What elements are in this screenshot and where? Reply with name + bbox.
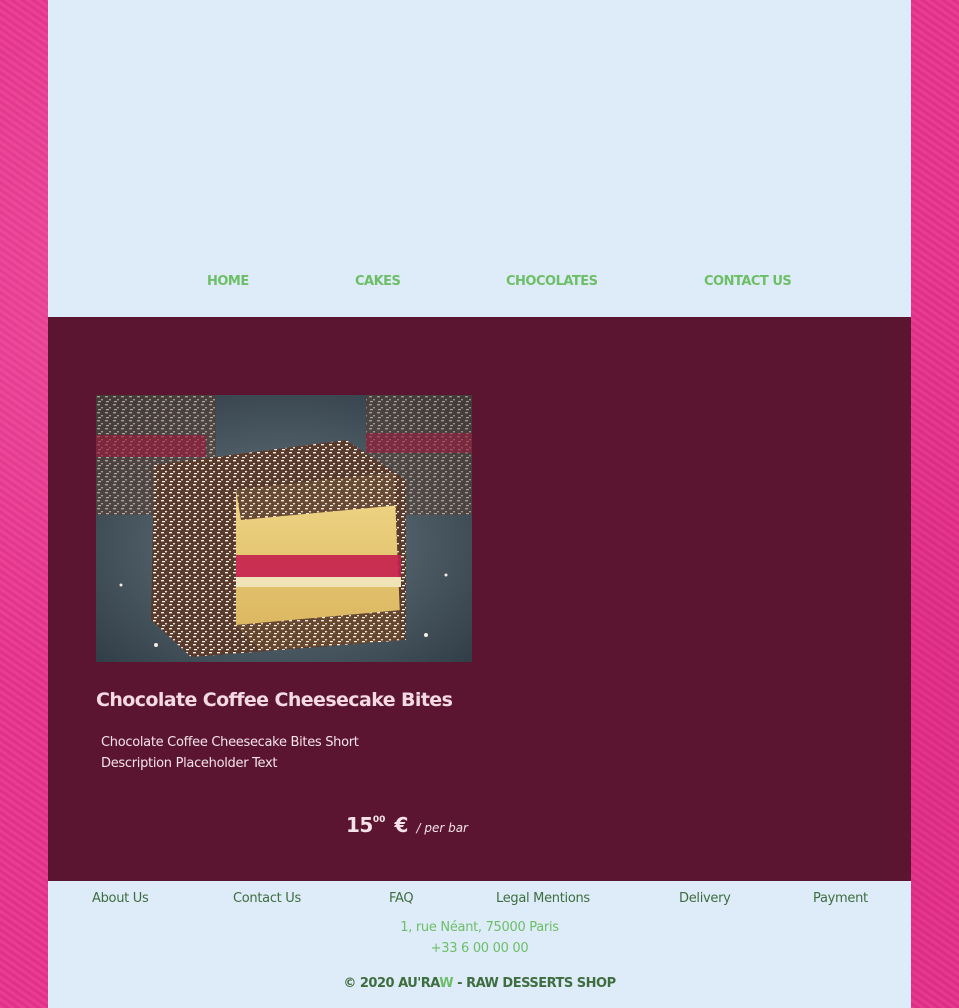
- product-section: Chocolate Coffee Cheesecake Bites Chocol…: [48, 317, 911, 881]
- price-cents: 00: [372, 815, 386, 825]
- price-currency: €: [394, 813, 409, 837]
- footer-faq-link[interactable]: FAQ: [389, 891, 414, 906]
- nav-home-link[interactable]: HOME: [207, 274, 249, 289]
- nav-cakes-link[interactable]: CAKES: [355, 274, 401, 289]
- copyright-suffix: - RAW DESSERTS SHOP: [453, 976, 616, 991]
- nav-contact-us-link[interactable]: CONTACT US: [704, 274, 792, 289]
- price-unit: / per bar: [416, 821, 468, 835]
- main-nav: HOME CAKES CHOCOLATES CONTACT US: [48, 274, 911, 294]
- product-price: 1500 € / per bar: [346, 813, 468, 837]
- header: HOME CAKES CHOCOLATES CONTACT US: [48, 0, 911, 317]
- copyright-prefix: © 2020 AU'RA: [343, 976, 440, 991]
- price-amount: 15: [346, 813, 373, 837]
- footer-phone[interactable]: +33 6 00 00 00: [48, 941, 911, 956]
- product-image[interactable]: [96, 395, 472, 662]
- page: HOME CAKES CHOCOLATES CONTACT US Chocola…: [48, 0, 911, 1008]
- product-title[interactable]: Chocolate Coffee Cheesecake Bites: [96, 689, 453, 711]
- footer-contact-us-link[interactable]: Contact Us: [233, 891, 301, 906]
- copyright: © 2020 AU'RAW - RAW DESSERTS SHOP: [48, 976, 911, 991]
- nav-chocolates-link[interactable]: CHOCOLATES: [506, 274, 598, 289]
- footer-about-us-link[interactable]: About Us: [92, 891, 149, 906]
- footer-address: 1, rue Néant, 75000 Paris: [400, 920, 559, 935]
- footer-legal-mentions-link[interactable]: Legal Mentions: [496, 891, 590, 906]
- copyright-w: W: [439, 976, 454, 991]
- product-photo-graphic: [96, 395, 472, 662]
- footer-delivery-link[interactable]: Delivery: [679, 891, 731, 906]
- product-description: Chocolate Coffee Cheesecake Bites Short …: [101, 735, 359, 771]
- footer-payment-link[interactable]: Payment: [813, 891, 868, 906]
- footer: About Us Contact Us FAQ Legal Mentions D…: [48, 881, 911, 1008]
